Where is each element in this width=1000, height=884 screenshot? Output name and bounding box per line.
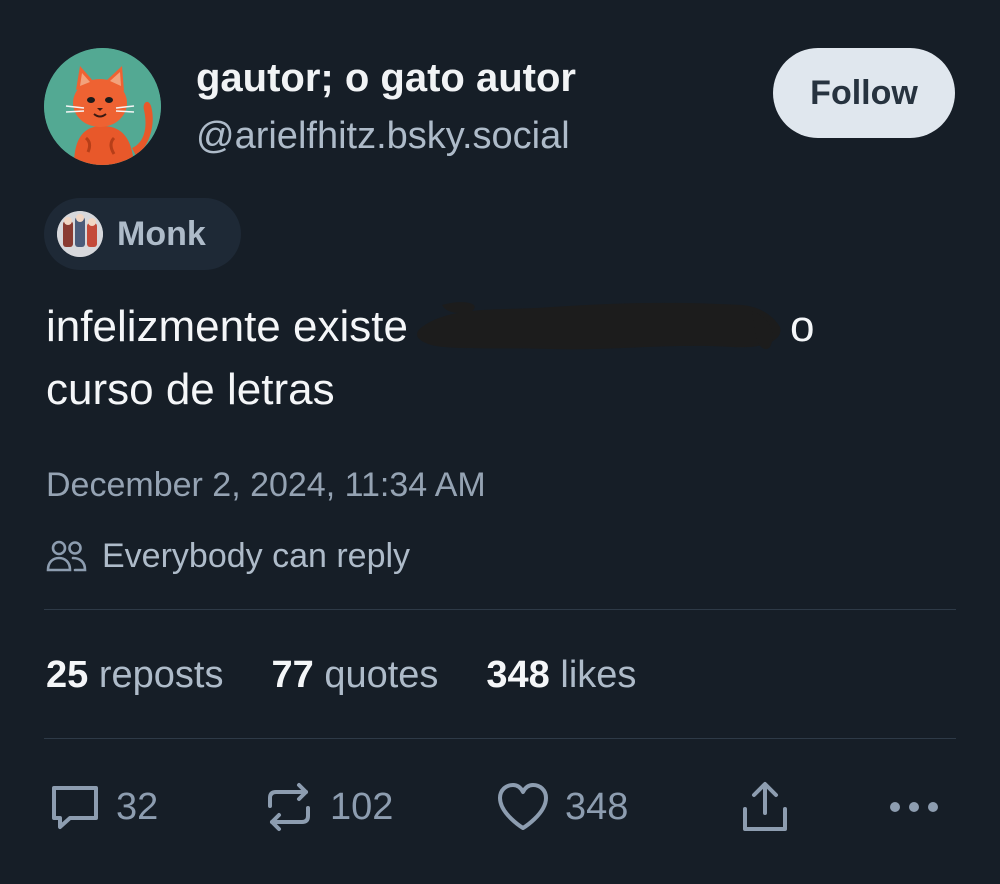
author-handle[interactable]: @arielfhitz.bsky.social	[196, 113, 570, 159]
post-text-line: curso de letras	[46, 365, 335, 414]
post-body: infelizmente existe o curso de letras	[46, 295, 956, 421]
repost-arrows-icon	[262, 780, 316, 834]
divider	[44, 609, 956, 610]
more-horizontal-icon	[888, 797, 940, 817]
divider	[44, 738, 956, 739]
share-upload-icon	[738, 779, 792, 835]
post-action-bar: 32 102 348	[0, 772, 1000, 842]
monk-label-avatar-icon	[57, 211, 103, 257]
post-text-segment: o	[789, 302, 815, 351]
likes-count: 348	[486, 654, 550, 696]
likes-label: likes	[560, 654, 637, 696]
author-avatar[interactable]	[44, 48, 161, 165]
quotes-label: quotes	[324, 654, 439, 696]
like-count: 348	[565, 785, 629, 828]
people-icon	[46, 538, 88, 574]
repost-count: 102	[330, 785, 394, 828]
reply-setting[interactable]: Everybody can reply	[46, 534, 410, 578]
more-options-button[interactable]	[888, 772, 940, 842]
reposts-count: 25	[46, 654, 89, 696]
quotes-stat[interactable]: 77 quotes	[271, 650, 438, 700]
follow-button[interactable]: Follow	[773, 48, 955, 138]
author-display-name[interactable]: gautor; o gato autor	[196, 54, 576, 102]
reply-bubble-icon	[48, 780, 102, 834]
repost-button[interactable]: 102	[262, 772, 393, 842]
reposts-stat[interactable]: 25 reposts	[46, 650, 223, 700]
post-timestamp[interactable]: December 2, 2024, 11:34 AM	[46, 462, 486, 508]
reply-count: 32	[116, 785, 159, 828]
post-text-segment: infelizmente existe	[46, 302, 408, 351]
moderation-label-chip[interactable]: Monk	[44, 198, 241, 270]
reposts-label: reposts	[98, 654, 224, 696]
orange-cat-avatar-icon	[44, 48, 161, 165]
share-button[interactable]	[738, 772, 792, 842]
quotes-count: 77	[271, 654, 314, 696]
heart-icon	[495, 780, 551, 834]
reply-button[interactable]: 32	[48, 772, 158, 842]
engagement-stats: 25 reposts 77 quotes 348 likes	[46, 650, 684, 700]
like-button[interactable]: 348	[495, 772, 628, 842]
label-chip-text: Monk	[117, 214, 206, 253]
likes-stat[interactable]: 348 likes	[486, 650, 636, 700]
post-thread-view: gautor; o gato autor @arielfhitz.bsky.so…	[0, 0, 1000, 884]
reply-setting-text: Everybody can reply	[102, 537, 411, 575]
redaction-scribble	[417, 302, 781, 350]
